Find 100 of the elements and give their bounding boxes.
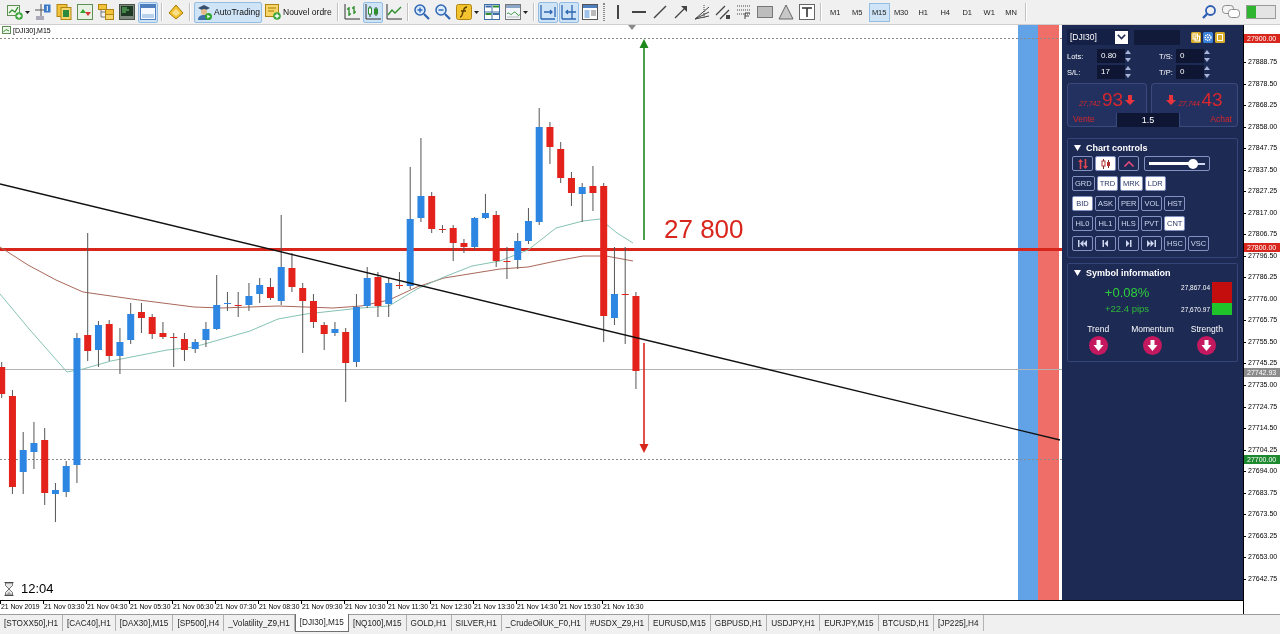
profiles-button[interactable]	[54, 1, 74, 23]
candlestick	[320, 321, 328, 351]
templates-button[interactable]	[502, 1, 530, 23]
candle-chart-button[interactable]	[362, 1, 383, 23]
order-plus-icon	[265, 4, 281, 20]
line-chart-button[interactable]	[383, 1, 404, 23]
autoscroll-icon	[560, 4, 577, 20]
search-icon[interactable]	[1202, 5, 1216, 19]
caret-icon	[522, 10, 528, 14]
data-window-button[interactable]	[33, 1, 53, 23]
input-field[interactable]	[1134, 29, 1180, 45]
market-watch-button[interactable]	[75, 1, 95, 23]
chart-tab[interactable]: GBPUSD,H1	[710, 615, 768, 631]
text-label-button[interactable]	[796, 1, 817, 23]
autotrading-button[interactable]: AutoTrading	[194, 1, 262, 23]
chart-tab[interactable]: BTCUSD,H1	[878, 615, 934, 631]
candlestick	[94, 320, 102, 368]
section-title: Chart controls	[1086, 143, 1148, 153]
properties-button[interactable]	[579, 1, 600, 23]
spinner-icon[interactable]	[1125, 49, 1131, 63]
bar-chart-icon	[343, 4, 360, 20]
signal-label: Strength	[1190, 324, 1223, 334]
navigation-button[interactable]	[1118, 236, 1139, 251]
candlestick-icon	[1100, 158, 1111, 169]
candlestick	[449, 224, 457, 262]
horizontal-line-icon	[631, 11, 646, 13]
chart-tab[interactable]: _Volatility_Z9,H1	[224, 615, 295, 631]
indicators-button[interactable]	[453, 1, 481, 23]
navigation-button[interactable]	[1141, 236, 1162, 251]
caret-up-icon	[1123, 160, 1134, 167]
arrow-line-icon	[672, 4, 689, 20]
candlestick	[266, 277, 274, 301]
chart-tab[interactable]: [DAX30],M15	[115, 615, 174, 631]
rectangle-icon	[756, 6, 773, 18]
down-arrow-icon	[1166, 95, 1177, 105]
chart-tab[interactable]: #USDX_Z9,H1	[585, 615, 650, 631]
chart-tab[interactable]: USDJPY,H1	[767, 615, 821, 631]
candlestick	[578, 182, 586, 223]
chart-tab[interactable]: [CAC40],H1	[63, 615, 116, 631]
symbol-select[interactable]: [DJI30]	[1067, 29, 1129, 45]
chart-shift-icon	[539, 4, 556, 20]
candlestick	[19, 431, 27, 495]
collapse-triangle-icon[interactable]	[1074, 145, 1081, 151]
candlestick	[481, 193, 489, 220]
chart-tab[interactable]: GOLD,H1	[406, 615, 452, 631]
chart-window-icon	[7, 4, 23, 20]
candlestick	[503, 246, 511, 280]
spinner-icon[interactable]	[1204, 49, 1210, 63]
number-field[interactable]: 0	[1176, 65, 1204, 79]
slider[interactable]	[1144, 156, 1210, 171]
chart-tool-button[interactable]	[1095, 156, 1116, 171]
chart-tab[interactable]: [STOXX50],H1	[0, 615, 63, 631]
candlestick	[385, 277, 393, 318]
parallel-lines-icon	[714, 4, 731, 20]
number-field[interactable]: 0.80	[1097, 49, 1125, 63]
candlestick	[299, 282, 307, 354]
crosshair-icon	[35, 4, 51, 20]
properties-window-icon	[581, 4, 598, 20]
candlestick	[51, 482, 59, 523]
number-field[interactable]: 0	[1176, 49, 1204, 63]
dotted-grid-icon	[735, 4, 752, 20]
step-forward-icon	[1124, 240, 1133, 247]
chart-tab[interactable]: SILVER,H1	[451, 615, 502, 631]
new-order-button[interactable]: Nouvel ordre	[263, 1, 334, 23]
collapse-triangle-icon[interactable]	[1074, 270, 1081, 276]
spinner-icon[interactable]	[1125, 65, 1131, 79]
autoscroll-button[interactable]	[558, 1, 579, 23]
tile-windows-button[interactable]	[481, 1, 502, 23]
copy-icon[interactable]	[1191, 31, 1201, 43]
navigation-button[interactable]	[1072, 236, 1093, 251]
line-chart-icon	[385, 4, 402, 20]
chart-tab[interactable]: [SP500],H4	[173, 615, 225, 631]
chart-tab[interactable]: [NQ100],M15	[348, 615, 407, 631]
hourglass-icon	[4, 581, 14, 596]
trader-icon	[196, 4, 212, 20]
slider-thumb[interactable]	[1187, 158, 1198, 169]
chart-tab[interactable]: EURJPY,M15	[820, 615, 879, 631]
terminal-button[interactable]	[117, 1, 137, 23]
candlestick	[524, 207, 532, 245]
chart-tab[interactable]: EURUSD,M15	[649, 615, 711, 631]
settings-icon[interactable]	[1203, 31, 1213, 43]
candlestick	[127, 302, 135, 345]
step-back-icon	[1101, 240, 1110, 247]
chart-tab[interactable]: _CrudeOilUK_F0,H1	[501, 615, 586, 631]
chart-tool-button[interactable]	[1118, 156, 1139, 171]
time-label: 12:04	[21, 581, 54, 596]
window-icon[interactable]	[1215, 31, 1225, 43]
spinner-icon[interactable]	[1204, 65, 1210, 79]
chat-bubbles-icon[interactable]	[1222, 5, 1240, 19]
candlestick	[62, 460, 70, 498]
chart-tool-button[interactable]	[1072, 156, 1093, 171]
chart-shift-button[interactable]	[537, 1, 558, 23]
number-field[interactable]: 17	[1097, 65, 1125, 79]
value-field[interactable]: 1.5	[1117, 113, 1179, 127]
bar-chart-button[interactable]	[341, 1, 362, 23]
chart-tab[interactable]: [DJI30],M15	[294, 614, 349, 632]
navigation-button[interactable]	[1095, 236, 1116, 251]
skip-to-start-icon	[1078, 240, 1087, 247]
tester-button[interactable]	[138, 1, 158, 23]
chart-tab[interactable]: [JP225],H4	[934, 615, 984, 631]
